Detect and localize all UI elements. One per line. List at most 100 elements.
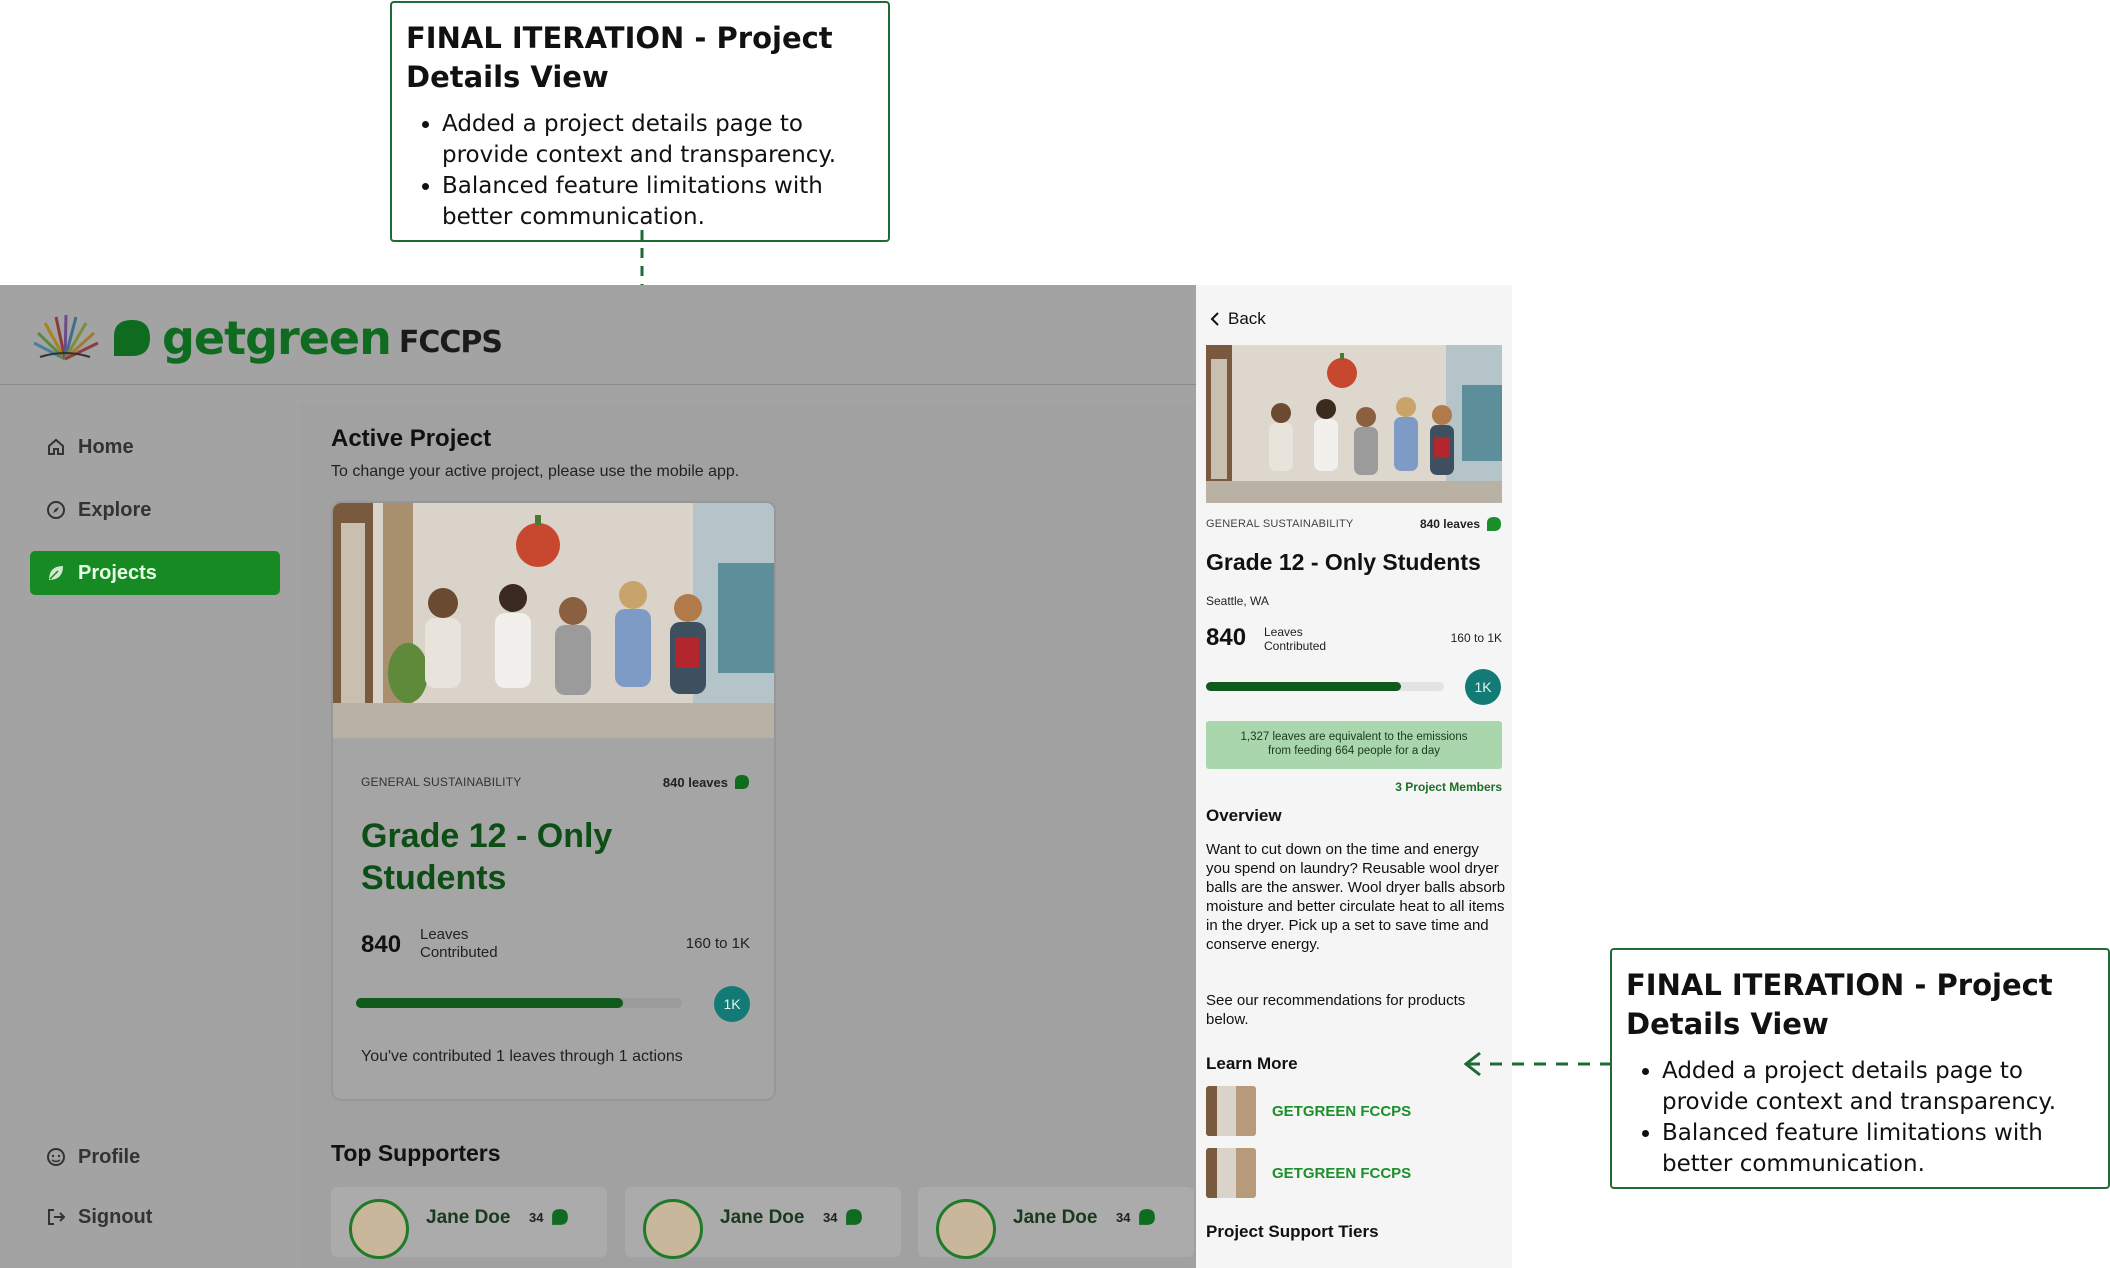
supporter-name: Jane Doe [426, 1207, 511, 1228]
leaves-label-line: Contributed [1264, 639, 1327, 653]
avatar [643, 1199, 703, 1259]
annotation-callout-top: FINAL ITERATION - Project Details View A… [390, 1, 890, 242]
overview-text: Want to cut down on the time and energy … [1206, 841, 1506, 953]
sidebar-item-explore[interactable]: Explore [30, 488, 280, 532]
project-tag: GENERAL SUSTAINABILITY [361, 775, 522, 789]
supporter-card[interactable]: Jane Doe 34 [918, 1187, 1194, 1259]
project-photo [1206, 345, 1502, 503]
supporter-count: 34 [823, 1210, 838, 1225]
supporter-name: Jane Doe [1013, 1207, 1098, 1228]
learn-more-item[interactable]: GETGREEN FCCPS [1206, 1148, 1411, 1198]
project-members-link[interactable]: 3 Project Members [1395, 780, 1502, 794]
sidebar-item-label: Home [78, 435, 134, 458]
project-tag: GENERAL SUSTAINABILITY [1206, 518, 1354, 530]
project-card[interactable]: GENERAL SUSTAINABILITY 840 leaves Grade … [331, 501, 776, 1101]
leaf-badge-icon [552, 1209, 568, 1225]
header-divider [0, 384, 1196, 385]
back-button[interactable]: Back [1210, 309, 1266, 329]
back-label: Back [1228, 309, 1266, 328]
face-icon [46, 1147, 66, 1167]
leaves-label-line: Contributed [420, 944, 498, 961]
goal-badge-label: 1K [723, 996, 741, 1012]
sidebar-item-profile[interactable]: Profile [30, 1135, 280, 1179]
project-title: Grade 12 - Only Students [1206, 549, 1481, 575]
support-tiers-title: Project Support Tiers [1206, 1222, 1379, 1241]
project-leaves: 840 leaves [663, 774, 750, 790]
leaves-count: 840 [361, 931, 402, 958]
annotation-callout-right: FINAL ITERATION - Project Details View A… [1610, 948, 2110, 1189]
signout-icon [46, 1207, 66, 1227]
progress-track [356, 998, 682, 1008]
learn-more-title: Learn More [1206, 1054, 1298, 1073]
goal-badge: 1K [714, 986, 750, 1022]
annotation-bullet: Added a project details page to provide … [1662, 1056, 2092, 1118]
project-title-line: Grade 12 - Only [361, 817, 613, 855]
sidebar-item-signout[interactable]: Signout [30, 1195, 280, 1239]
supporter-count: 34 [1116, 1210, 1131, 1225]
contribution-text: You've contributed 1 leaves through 1 ac… [361, 1048, 683, 1065]
overview-text-2: See our recommendations for products bel… [1206, 992, 1466, 1028]
project-title: Grade 12 - Only Students [361, 815, 612, 899]
leaves-count-label: Leaves Contributed [420, 926, 498, 962]
supporter-card[interactable]: Jane Doe 34 [625, 1187, 901, 1259]
project-leaves-label: 840 leaves [1419, 517, 1480, 531]
annotation-bullet: Added a project details page to provide … [442, 109, 872, 171]
goal-badge: 1K [1465, 669, 1501, 705]
learn-more-link[interactable]: GETGREEN FCCPS [1272, 1165, 1411, 1182]
leaves-count: 840 [1206, 624, 1247, 651]
leaf-icon [46, 563, 66, 583]
progress-track [1206, 682, 1444, 691]
page-title: Active Project [331, 425, 492, 452]
link-thumbnail [1206, 1086, 1256, 1136]
leaves-count-label: Leaves Contributed [1264, 625, 1326, 653]
link-thumbnail [1206, 1148, 1256, 1198]
annotation-arrow-left [1463, 1051, 1620, 1077]
desktop-app: getgreen FCCPS Home Explore Projects Pro… [0, 285, 1196, 1268]
equivalent-line: from feeding 664 people for a day [1268, 745, 1440, 757]
page-subtitle: To change your active project, please us… [331, 463, 740, 480]
leaves-label-line: Leaves [1264, 625, 1303, 639]
sidebar-item-label: Projects [78, 561, 157, 584]
annotation-bullets: Added a project details page to provide … [1626, 1056, 2092, 1180]
chevron-left-icon [1210, 312, 1219, 326]
annotation-bullet: Balanced feature limitations with better… [442, 171, 872, 233]
annotation-bullet: Balanced feature limitations with better… [1662, 1118, 2092, 1180]
leaves-label-line: Leaves [420, 926, 469, 943]
brand-logo: getgreen FCCPS [30, 311, 503, 365]
project-leaves: 840 leaves [1420, 516, 1502, 532]
avatar [936, 1199, 996, 1259]
brand-name: getgreen [162, 311, 392, 365]
top-supporters-title: Top Supporters [331, 1140, 501, 1166]
project-leaves-label: 840 leaves [662, 774, 728, 790]
supporter-card[interactable]: Jane Doe 34 [331, 1187, 607, 1259]
sidebar-item-label: Signout [78, 1205, 153, 1228]
progress-fill [1206, 682, 1402, 691]
goal-badge-label: 1K [1474, 679, 1492, 695]
sidebar-item-projects[interactable]: Projects [30, 551, 280, 595]
sidebar-item-home[interactable]: Home [30, 425, 280, 469]
sidebar-item-label: Profile [78, 1145, 141, 1168]
project-title-line: Students [361, 859, 507, 897]
learn-more-link[interactable]: GETGREEN FCCPS [1272, 1103, 1411, 1120]
supporter-name: Jane Doe [720, 1207, 805, 1228]
project-photo [333, 503, 774, 738]
equivalent-line: 1,327 leaves are equivalent to the emiss… [1240, 731, 1468, 743]
leaves-range: 160 to 1K [1450, 631, 1502, 645]
learn-more-item[interactable]: GETGREEN FCCPS [1206, 1086, 1411, 1136]
leaf-badge-icon [1139, 1209, 1155, 1225]
getgreen-leaf-icon [114, 320, 150, 356]
leaves-range: 160 to 1K [685, 935, 750, 952]
brand-sub: FCCPS [398, 324, 503, 360]
leaf-badge-icon [1487, 517, 1501, 531]
emissions-equivalent-banner: 1,327 leaves are equivalent to the emiss… [1206, 721, 1502, 769]
progress-fill [356, 998, 624, 1008]
overview-title: Overview [1206, 806, 1282, 825]
mobile-project-details: Back GENERAL SUSTAINABILITY 840 leaves G… [1196, 285, 1512, 1268]
home-icon [46, 437, 66, 457]
leaf-badge-icon [735, 775, 749, 789]
annotation-title: FINAL ITERATION - Project Details View [406, 21, 833, 94]
compass-icon [46, 500, 66, 520]
annotation-bullets: Added a project details page to provide … [406, 109, 872, 233]
supporter-count: 34 [529, 1210, 544, 1225]
project-location: Seattle, WA [1206, 594, 1269, 608]
